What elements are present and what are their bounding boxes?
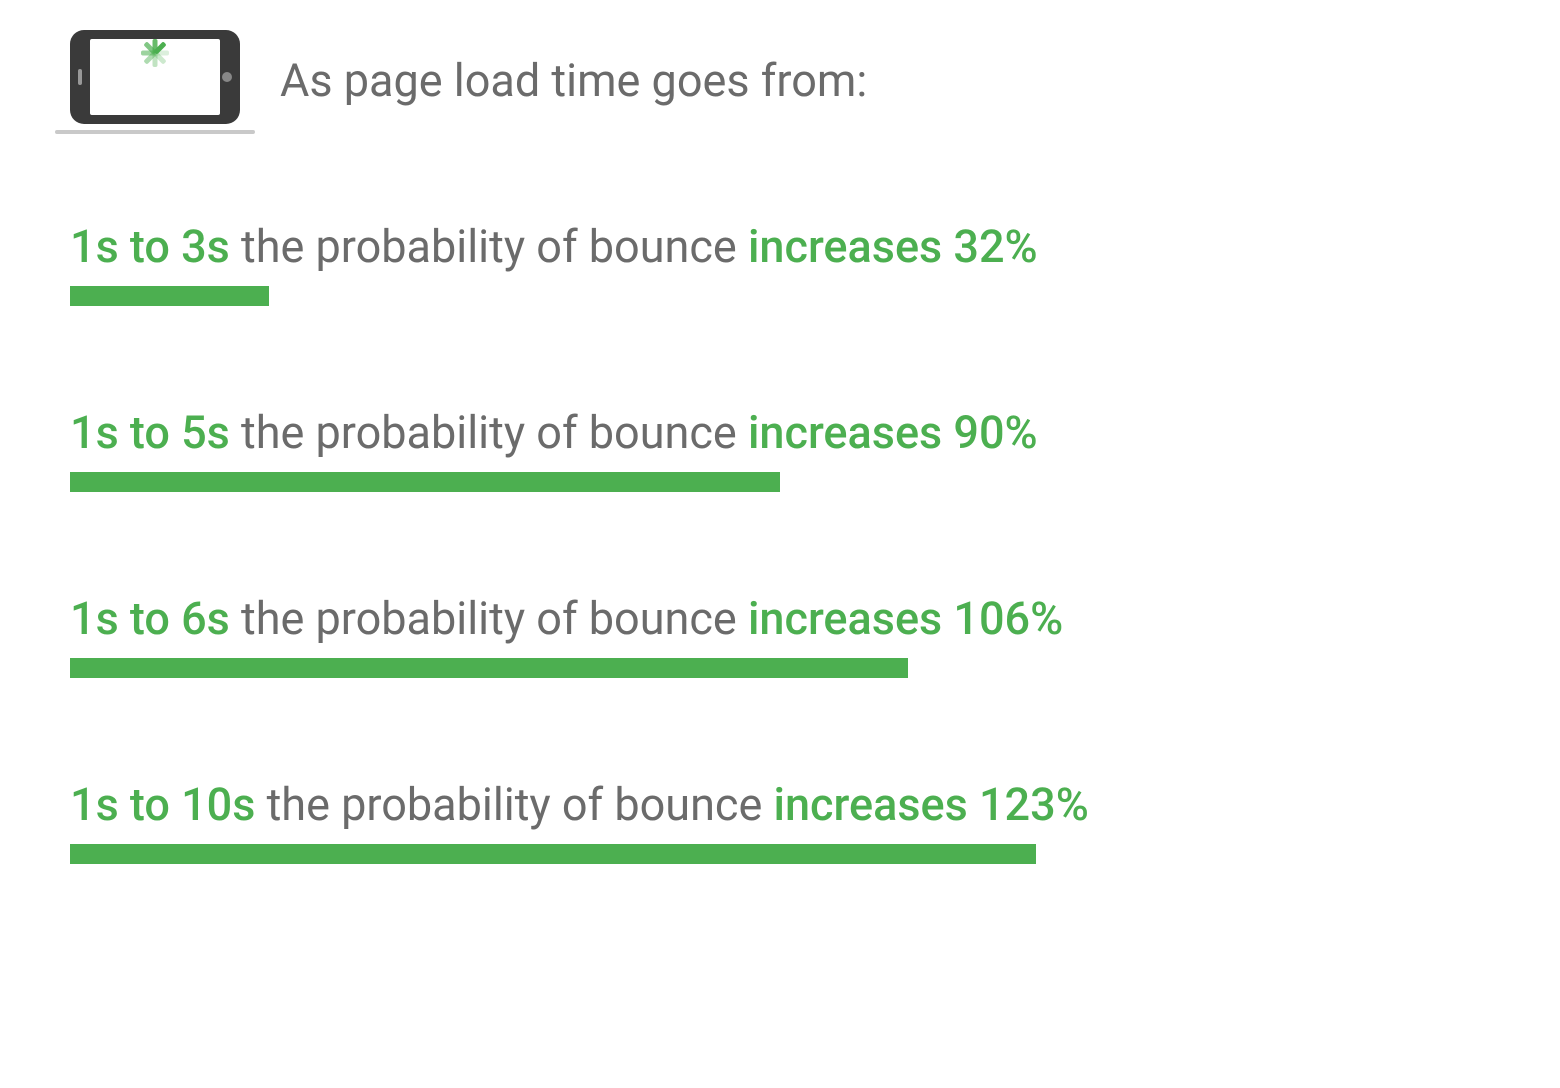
chart-row: 1s to 10s the probability of bounce incr… (70, 778, 1490, 864)
row-label: 1s to 5s the probability of bounce incre… (70, 406, 1490, 460)
middle-label: the probability of bounce (230, 592, 748, 645)
increase-label: increases 90% (748, 406, 1038, 459)
chart-row: 1s to 6s the probability of bounce incre… (70, 592, 1490, 678)
chart-row: 1s to 5s the probability of bounce incre… (70, 406, 1490, 492)
bar-track (70, 658, 1490, 678)
bar-track (70, 844, 1490, 864)
increase-label: increases 123% (774, 778, 1089, 831)
middle-label: the probability of bounce (230, 220, 748, 273)
range-label: 1s to 10s (70, 778, 255, 831)
bar-fill (70, 472, 780, 492)
range-label: 1s to 6s (70, 592, 230, 645)
header: As page load time goes from: (70, 30, 1490, 130)
increase-label: increases 32% (748, 220, 1038, 273)
increase-label: increases 106% (748, 592, 1063, 645)
phone-loading-icon (70, 30, 240, 130)
bar-track (70, 472, 1490, 492)
bar-track (70, 286, 1490, 306)
bar-fill (70, 844, 1036, 864)
bar-fill (70, 658, 908, 678)
middle-label: the probability of bounce (230, 406, 748, 459)
middle-label: the probability of bounce (255, 778, 773, 831)
range-label: 1s to 5s (70, 406, 230, 459)
bar-fill (70, 286, 269, 306)
chart-rows: 1s to 3s the probability of bounce incre… (70, 220, 1490, 864)
spinner-icon (131, 53, 179, 101)
row-label: 1s to 3s the probability of bounce incre… (70, 220, 1490, 274)
row-label: 1s to 10s the probability of bounce incr… (70, 778, 1490, 832)
chart-title: As page load time goes from: (280, 54, 867, 107)
chart-row: 1s to 3s the probability of bounce incre… (70, 220, 1490, 306)
row-label: 1s to 6s the probability of bounce incre… (70, 592, 1490, 646)
range-label: 1s to 3s (70, 220, 230, 273)
